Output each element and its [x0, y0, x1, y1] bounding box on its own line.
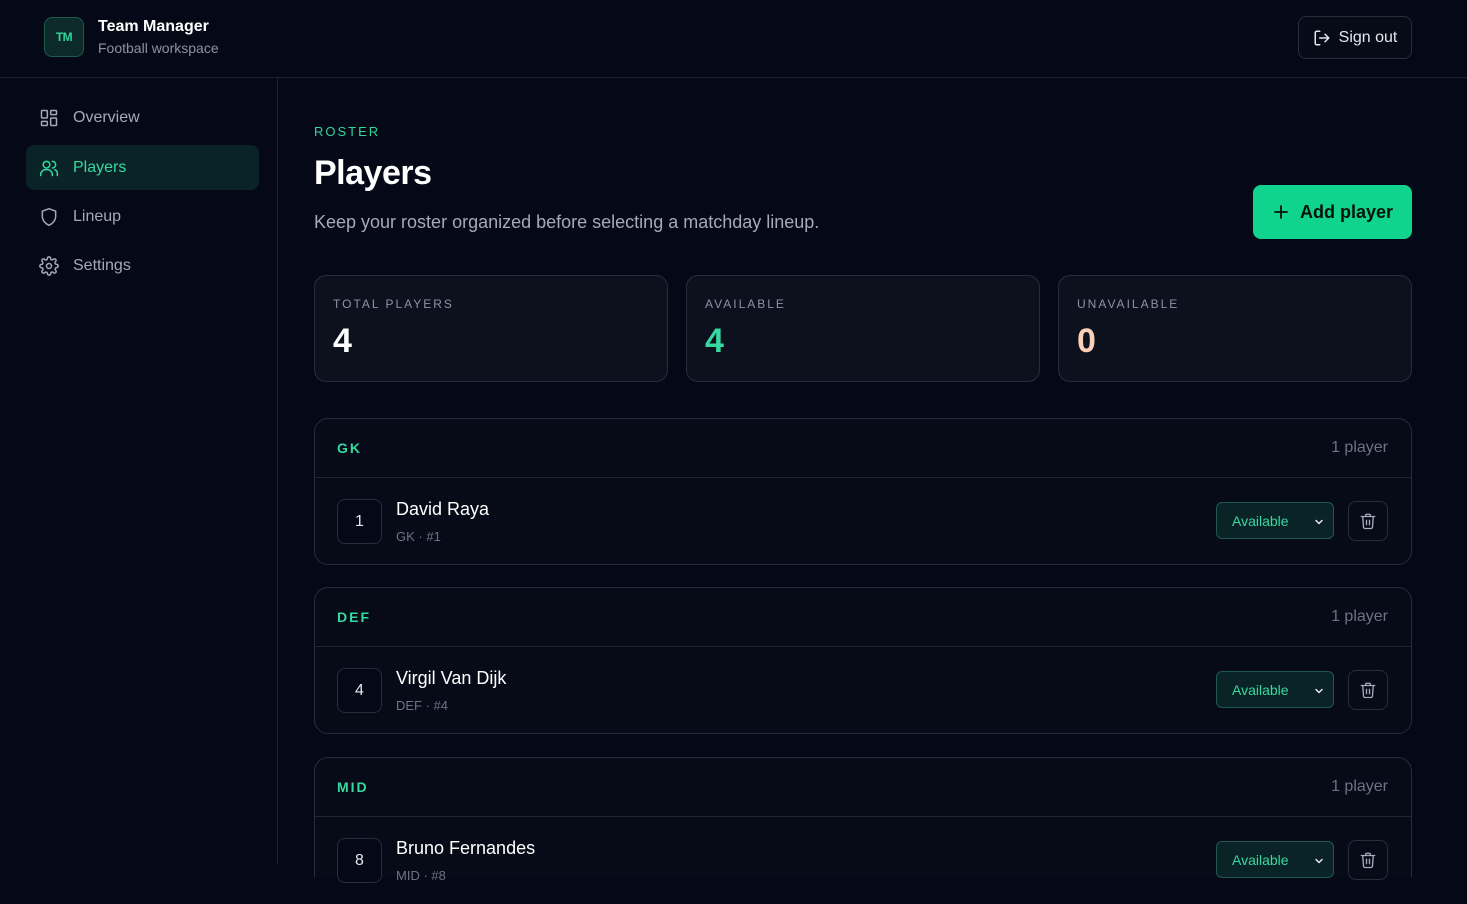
sidebar-item-label: Lineup [73, 207, 122, 225]
group-position: MID [337, 779, 369, 795]
group-count: 1 player [1331, 439, 1388, 456]
gear-icon [39, 255, 59, 276]
users-icon [39, 160, 59, 176]
top-bar: TM Team Manager Football workspace Sign … [0, 0, 1467, 78]
app-logo: TM [44, 17, 84, 57]
stat-card-unavailable: UNAVAILABLE 0 [1058, 275, 1412, 382]
player-row: 4 Virgil Van Dijk DEF · #4 Available [315, 648, 1411, 734]
player-name: Virgil Van Dijk [396, 668, 507, 688]
jersey-number: 1 [337, 499, 382, 544]
main-content: ROSTER Players Keep your roster organize… [278, 78, 1467, 883]
chevron-down-icon [1315, 688, 1323, 694]
delete-player-button[interactable] [1348, 670, 1388, 710]
player-meta: MID · #8 [396, 868, 446, 883]
jersey-number: 4 [337, 668, 382, 713]
grid-icon [40, 109, 58, 126]
sidebar-item-settings[interactable]: Settings [26, 243, 259, 288]
status-select[interactable]: Available [1216, 502, 1334, 539]
chevron-down-icon [1315, 519, 1323, 525]
status-value: Available [1232, 681, 1289, 698]
position-group-gk: GK 1 player 1 David Raya GK · #1 Availab… [314, 418, 1412, 565]
stat-value: 4 [705, 322, 724, 360]
group-position: DEF [337, 609, 371, 625]
delete-player-button[interactable] [1348, 840, 1388, 880]
player-meta: GK · #1 [396, 529, 441, 544]
sidebar-item-label: Overview [73, 108, 140, 126]
add-player-button[interactable]: Add player [1253, 185, 1412, 239]
plus-icon [1274, 205, 1288, 219]
trash-icon [1360, 513, 1376, 530]
player-meta: DEF · #4 [396, 698, 449, 713]
group-header: GK 1 player [315, 419, 1411, 478]
sign-out-button[interactable]: Sign out [1298, 16, 1412, 59]
sidebar-item-label: Players [73, 158, 127, 176]
stat-value: 4 [333, 322, 352, 360]
player-row: 1 David Raya GK · #1 Available [315, 479, 1411, 565]
group-count: 1 player [1331, 778, 1388, 795]
section-eyebrow: ROSTER [314, 124, 381, 139]
status-value: Available [1232, 851, 1289, 868]
group-header: DEF 1 player [315, 588, 1411, 647]
sign-out-icon [1314, 30, 1330, 45]
stat-card-total: TOTAL PLAYERS 4 [314, 275, 668, 382]
sidebar-item-label: Settings [73, 256, 131, 274]
player-name: Bruno Fernandes [396, 838, 536, 858]
sidebar-item-overview[interactable]: Overview [26, 95, 259, 140]
player-row: 8 Bruno Fernandes MID · #8 Available [315, 818, 1411, 904]
chevron-down-icon [1315, 858, 1323, 864]
page-title: Players [314, 154, 432, 192]
status-select[interactable]: Available [1216, 671, 1334, 708]
group-header: MID 1 player [315, 758, 1411, 817]
status-value: Available [1232, 512, 1289, 529]
delete-player-button[interactable] [1348, 501, 1388, 541]
jersey-number: 8 [337, 838, 382, 883]
group-position: GK [337, 440, 362, 456]
trash-icon [1360, 682, 1376, 699]
app-title: Team Manager [98, 18, 209, 35]
sidebar-item-lineup[interactable]: Lineup [26, 194, 259, 239]
page-description: Keep your roster organized before select… [314, 212, 820, 232]
position-group-mid: MID 1 player 8 Bruno Fernandes MID · #8 … [314, 757, 1412, 883]
stat-card-available: AVAILABLE 4 [686, 275, 1040, 382]
app-subtitle: Football workspace [98, 40, 219, 56]
stat-value: 0 [1077, 322, 1096, 360]
add-player-label: Add player [1299, 201, 1394, 222]
stat-label: TOTAL PLAYERS [333, 297, 454, 311]
group-count: 1 player [1331, 608, 1388, 625]
player-name: David Raya [396, 499, 490, 519]
sidebar: Overview Players Lineup Settings [0, 78, 278, 865]
status-select[interactable]: Available [1216, 841, 1334, 878]
sidebar-item-players[interactable]: Players [26, 145, 259, 190]
trash-icon [1360, 852, 1376, 869]
sign-out-label: Sign out [1338, 28, 1398, 46]
position-group-def: DEF 1 player 4 Virgil Van Dijk DEF · #4 … [314, 587, 1412, 734]
stat-label: UNAVAILABLE [1077, 297, 1180, 311]
stat-label: AVAILABLE [705, 297, 786, 311]
shield-icon [41, 207, 57, 226]
